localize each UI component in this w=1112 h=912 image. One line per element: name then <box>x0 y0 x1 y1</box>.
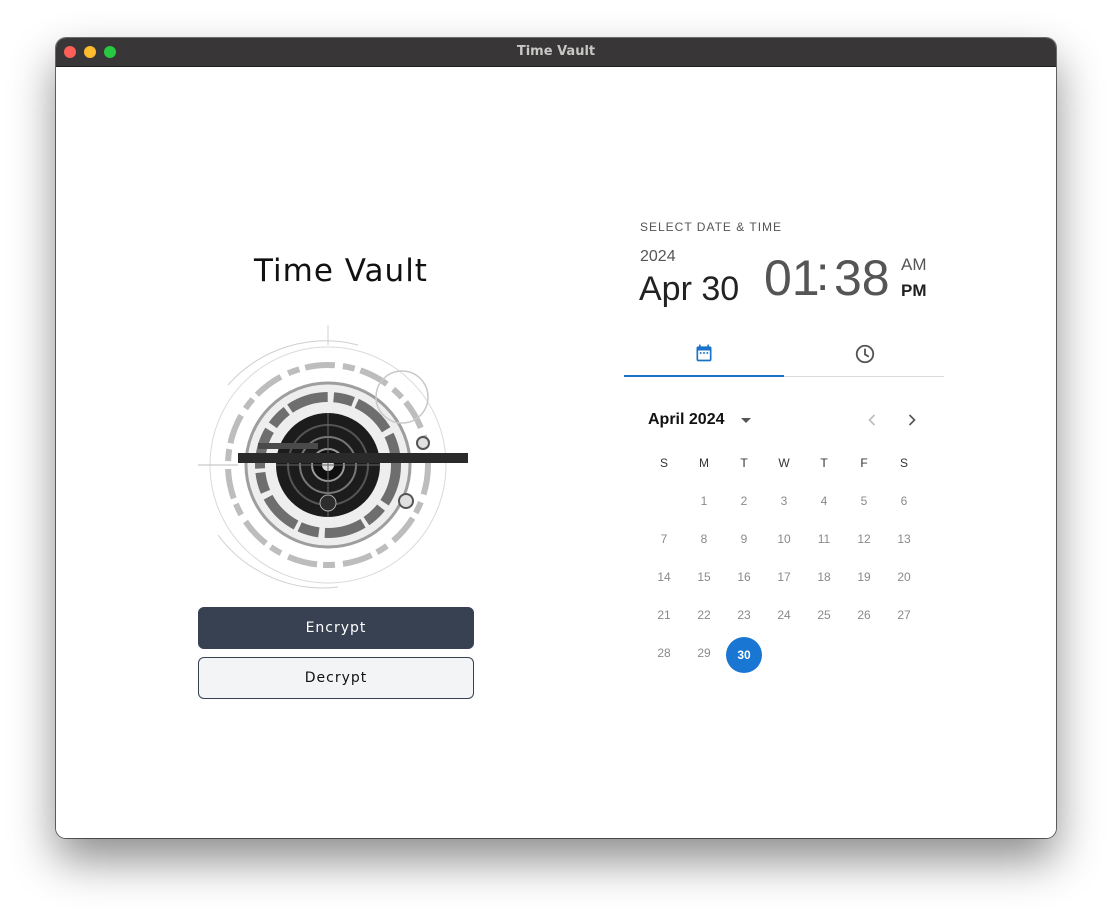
calendar-day[interactable]: 27 <box>886 597 922 633</box>
window-title: Time Vault <box>516 44 596 59</box>
picker-tabs <box>624 332 944 377</box>
pm-toggle[interactable]: PM <box>901 281 927 301</box>
tab-clock[interactable] <box>784 332 944 376</box>
calendar-day[interactable]: 6 <box>886 483 922 519</box>
chevron-right-icon[interactable] <box>902 410 922 430</box>
calendar-day[interactable]: 16 <box>726 559 762 595</box>
weekday-header: T <box>740 456 748 470</box>
calendar-day[interactable]: 11 <box>806 521 842 557</box>
time-separator: : <box>816 248 830 301</box>
calendar-day[interactable]: 10 <box>766 521 802 557</box>
calendar-day[interactable]: 12 <box>846 521 882 557</box>
main-content: Time Vault Encrypt Decrypt SELECT DATE &… <box>56 67 1056 838</box>
calendar-day[interactable]: 9 <box>726 521 762 557</box>
calendar-day[interactable]: 29 <box>686 635 722 671</box>
picker-year[interactable]: 2024 <box>640 248 676 266</box>
vault-illustration <box>198 325 480 601</box>
clock-icon <box>855 344 875 364</box>
picker-hour[interactable]: 01 <box>764 249 820 307</box>
weekday-header: F <box>860 456 868 470</box>
calendar-day[interactable]: 5 <box>846 483 882 519</box>
weekday-header: M <box>699 456 709 470</box>
chevron-left-icon[interactable] <box>862 410 882 430</box>
weekday-header: W <box>778 456 790 470</box>
calendar-day[interactable]: 7 <box>646 521 682 557</box>
calendar-day[interactable]: 22 <box>686 597 722 633</box>
calendar-day[interactable]: 2 <box>726 483 762 519</box>
calendar-day[interactable]: 19 <box>846 559 882 595</box>
app-window: Time Vault Time Vault Encrypt Decrypt SE… <box>56 38 1056 838</box>
weekday-header: S <box>659 456 668 470</box>
am-toggle[interactable]: AM <box>901 255 927 275</box>
title-bar: Time Vault <box>56 38 1056 67</box>
picker-label: SELECT DATE & TIME <box>640 220 783 234</box>
calendar-day[interactable]: 4 <box>806 483 842 519</box>
calendar-day[interactable]: 25 <box>806 597 842 633</box>
weekday-header: T <box>820 456 828 470</box>
picker-minute[interactable]: 38 <box>834 249 890 307</box>
weekday-header: S <box>899 456 908 470</box>
decrypt-button[interactable]: Decrypt <box>198 657 474 699</box>
calendar-day[interactable]: 24 <box>766 597 802 633</box>
calendar-day[interactable]: 20 <box>886 559 922 595</box>
calendar-day[interactable]: 8 <box>686 521 722 557</box>
calendar-day[interactable]: 26 <box>846 597 882 633</box>
calendar-day[interactable]: 21 <box>646 597 682 633</box>
calendar-day[interactable]: 18 <box>806 559 842 595</box>
calendar-icon <box>696 344 712 362</box>
calendar-day[interactable]: 23 <box>726 597 762 633</box>
calendar-day[interactable]: 28 <box>646 635 682 671</box>
calendar-day[interactable]: 14 <box>646 559 682 595</box>
calendar-day[interactable]: 17 <box>766 559 802 595</box>
calendar-day-selected[interactable]: 30 <box>726 637 762 673</box>
calendar-day[interactable]: 15 <box>686 559 722 595</box>
calendar-day[interactable]: 13 <box>886 521 922 557</box>
app-title: Time Vault <box>254 253 428 289</box>
date-time-picker: SELECT DATE & TIME 2024 Apr 30 01 : 38 A… <box>624 207 944 673</box>
month-year-label[interactable]: April 2024 <box>648 411 724 429</box>
caret-down-icon[interactable] <box>740 417 752 425</box>
calendar-day[interactable]: 1 <box>686 483 722 519</box>
calendar-day[interactable]: 3 <box>766 483 802 519</box>
tab-calendar[interactable] <box>624 332 784 377</box>
picker-date[interactable]: Apr 30 <box>639 270 739 309</box>
encrypt-button[interactable]: Encrypt <box>198 607 474 649</box>
